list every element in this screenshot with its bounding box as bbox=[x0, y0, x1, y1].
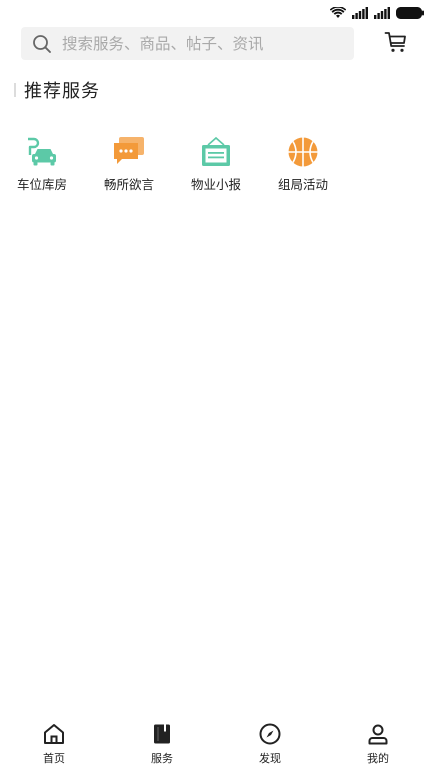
home-icon bbox=[42, 722, 66, 746]
section-marker bbox=[14, 83, 16, 97]
tab-label: 我的 bbox=[367, 752, 389, 765]
service-label: 物业小报 bbox=[190, 177, 241, 192]
notice-board-icon bbox=[199, 135, 233, 169]
tab-label: 首页 bbox=[43, 752, 65, 765]
battery-icon bbox=[396, 4, 424, 23]
service-card-icon bbox=[150, 722, 174, 746]
tab-home[interactable]: 首页 bbox=[14, 716, 94, 768]
chat-bubbles-icon bbox=[112, 135, 146, 169]
service-label: 组局活动 bbox=[277, 177, 328, 192]
service-label: 车位库房 bbox=[16, 177, 67, 192]
service-item-chat[interactable]: 畅所欲言 bbox=[89, 135, 169, 193]
section-title: 推荐服务 bbox=[24, 81, 100, 102]
shopping-cart-icon bbox=[384, 30, 408, 58]
service-item-parking[interactable]: 车位库房 bbox=[2, 135, 82, 193]
header bbox=[0, 27, 432, 61]
service-item-activity[interactable]: 组局活动 bbox=[263, 135, 343, 193]
status-icons bbox=[329, 4, 424, 23]
tab-discover[interactable]: 发现 bbox=[230, 716, 310, 768]
search-box[interactable] bbox=[21, 27, 354, 60]
recommended-services: 车位库房 畅所欲言 物业小报 组局活动 bbox=[0, 135, 432, 195]
basketball-icon bbox=[286, 135, 320, 169]
signal-icon-1 bbox=[352, 4, 368, 23]
wifi-icon bbox=[329, 4, 347, 23]
tab-label: 服务 bbox=[151, 752, 173, 765]
status-bar bbox=[0, 0, 432, 24]
signal-icon-2 bbox=[374, 4, 390, 23]
compass-icon bbox=[258, 722, 282, 746]
app-screen: 推荐服务 车位库房 bbox=[0, 0, 432, 768]
cart-button[interactable] bbox=[383, 31, 409, 57]
parking-car-icon bbox=[25, 135, 59, 169]
service-item-notice[interactable]: 物业小报 bbox=[176, 135, 256, 193]
tab-label: 发现 bbox=[259, 752, 281, 765]
tab-service[interactable]: 服务 bbox=[122, 716, 202, 768]
section-header: 推荐服务 bbox=[14, 78, 100, 102]
tab-mine[interactable]: 我的 bbox=[338, 716, 418, 768]
search-icon bbox=[32, 34, 52, 54]
bottom-tab-bar: 首页 服务 发现 我的 bbox=[0, 716, 432, 768]
search-input[interactable] bbox=[62, 34, 332, 53]
user-icon bbox=[366, 722, 390, 746]
service-label: 畅所欲言 bbox=[103, 177, 154, 192]
